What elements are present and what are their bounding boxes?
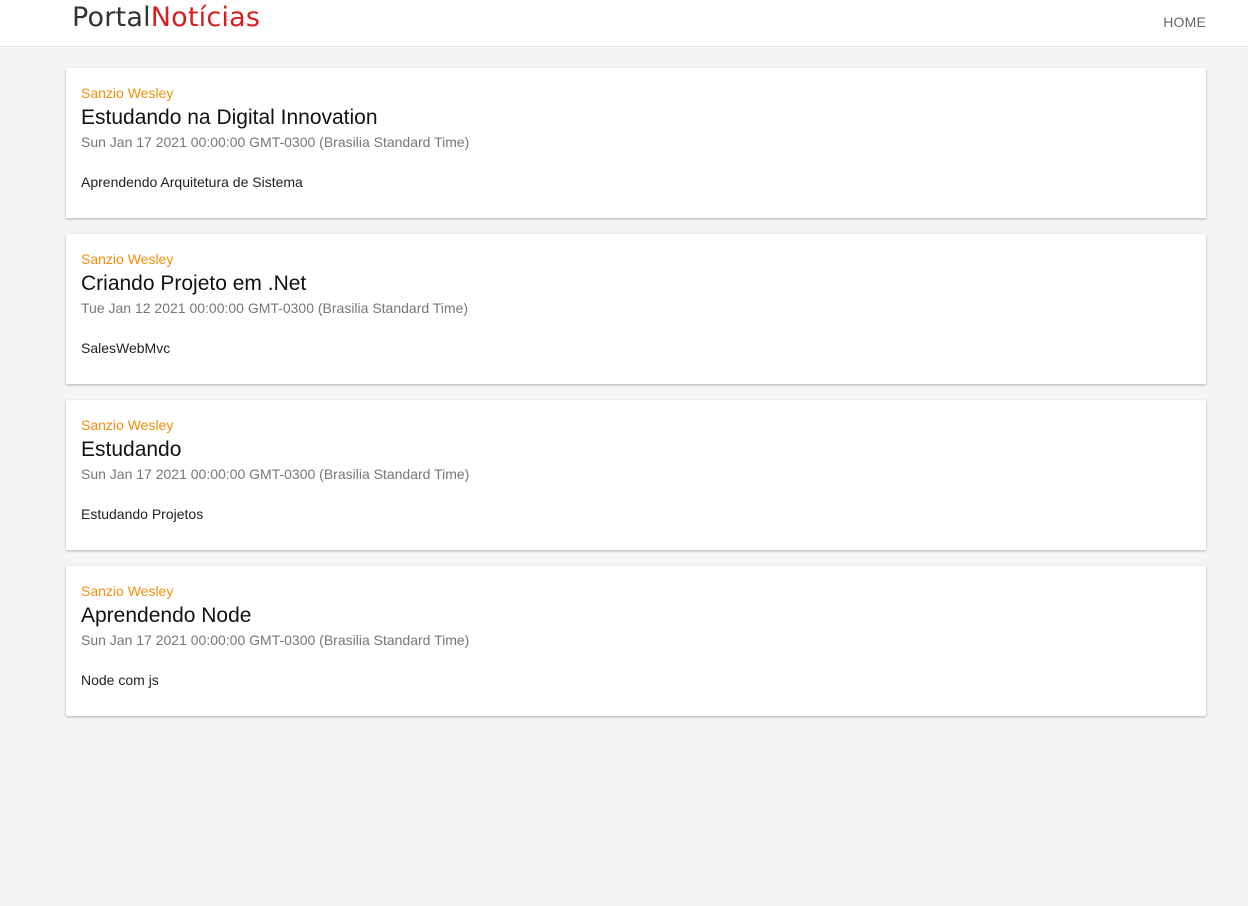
post-title[interactable]: Estudando (81, 437, 1191, 463)
post-author[interactable]: Sanzio Wesley (81, 85, 1191, 101)
news-card: Sanzio Wesley Estudando Sun Jan 17 2021 … (66, 400, 1206, 550)
portal-logo[interactable]: PortalNotícias (72, 0, 260, 40)
logo-text-noticias: Notícias (150, 2, 261, 33)
nav-home-link[interactable]: HOME (1163, 14, 1206, 30)
logo-text-portal: Portal (72, 2, 151, 33)
post-date: Sun Jan 17 2021 00:00:00 GMT-0300 (Brasi… (81, 466, 470, 482)
news-card: Sanzio Wesley Aprendendo Node Sun Jan 17… (66, 566, 1206, 716)
post-date: Sun Jan 17 2021 00:00:00 GMT-0300 (Brasi… (81, 134, 470, 150)
post-date: Sun Jan 17 2021 00:00:00 GMT-0300 (Brasi… (81, 632, 470, 648)
news-feed: Sanzio Wesley Estudando na Digital Innov… (66, 68, 1206, 732)
post-title[interactable]: Criando Projeto em .Net (81, 271, 1191, 297)
news-card: Sanzio Wesley Criando Projeto em .Net Tu… (66, 234, 1206, 384)
post-body: SalesWebMvc (81, 340, 171, 356)
post-author[interactable]: Sanzio Wesley (81, 583, 1191, 599)
post-body: Estudando Projetos (81, 506, 204, 522)
post-title[interactable]: Aprendendo Node (81, 603, 1191, 629)
news-card: Sanzio Wesley Estudando na Digital Innov… (66, 68, 1206, 218)
post-body: Aprendendo Arquitetura de Sistema (81, 174, 303, 190)
post-author[interactable]: Sanzio Wesley (81, 417, 1191, 433)
post-date: Tue Jan 12 2021 00:00:00 GMT-0300 (Brasi… (81, 300, 469, 316)
post-author[interactable]: Sanzio Wesley (81, 251, 1191, 267)
top-navbar: PortalNotícias HOME (0, 0, 1248, 47)
post-body: Node com js (81, 672, 159, 688)
post-title[interactable]: Estudando na Digital Innovation (81, 105, 1191, 131)
